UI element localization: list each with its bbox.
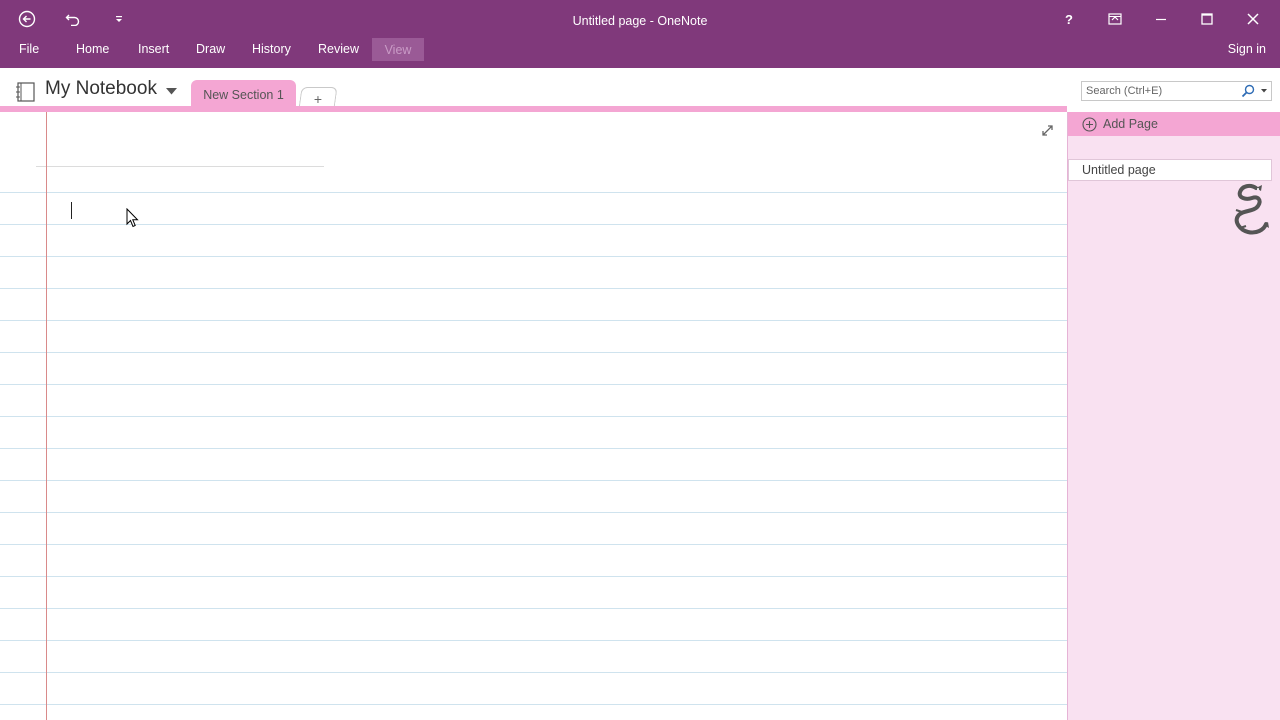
page-list-pane: Add Page Untitled page [1067, 112, 1280, 720]
tab-history[interactable]: History [246, 38, 297, 60]
help-icon: ? [1065, 11, 1073, 27]
ribbon-tabs: File Home Insert Draw History Review Vie… [0, 38, 1280, 68]
search-icon[interactable] [1241, 84, 1255, 98]
page-item-untitled-page[interactable]: Untitled page [1068, 159, 1272, 181]
maximize-button[interactable] [1187, 0, 1227, 38]
onenote-window: Untitled page - OneNote ? File Home Inse… [0, 0, 1280, 720]
add-page-button[interactable]: Add Page [1068, 112, 1280, 136]
add-page-label: Add Page [1103, 117, 1158, 131]
search-input[interactable] [1082, 82, 1232, 100]
dragon-watermark-icon [1234, 183, 1269, 235]
ribbon-display-icon [1108, 13, 1122, 25]
undo-button[interactable] [53, 0, 93, 38]
close-icon [1247, 13, 1259, 25]
help-button[interactable]: ? [1049, 0, 1089, 38]
undo-icon [65, 14, 80, 26]
maximize-icon [1201, 13, 1213, 25]
tab-draw[interactable]: Draw [190, 38, 231, 60]
notebook-icon [16, 82, 35, 102]
text-caret [71, 202, 72, 219]
search-box [1081, 81, 1272, 101]
page-title-area[interactable] [0, 112, 1067, 192]
page-title-underline [36, 166, 324, 167]
back-circle-icon [18, 10, 36, 28]
back-button[interactable] [7, 0, 47, 38]
ribbon-display-options-button[interactable] [1095, 0, 1135, 38]
plus-icon: + [313, 90, 323, 107]
customize-qat-button[interactable] [99, 0, 139, 38]
page-canvas[interactable] [0, 112, 1067, 720]
tab-view[interactable]: View [372, 38, 424, 61]
tab-review[interactable]: Review [312, 38, 365, 60]
minimize-icon [1156, 18, 1166, 21]
tab-file[interactable]: File [13, 38, 45, 60]
tab-insert[interactable]: Insert [132, 38, 175, 60]
notebook-navigation: My Notebook New Section 1 + [0, 68, 1280, 110]
margin-line [46, 112, 47, 720]
full-page-view-icon[interactable] [1041, 124, 1054, 137]
add-circle-icon [1082, 116, 1097, 132]
close-button[interactable] [1233, 0, 1273, 38]
search-scope-caret-icon[interactable] [1261, 89, 1267, 93]
customize-qat-icon [116, 16, 122, 22]
tab-home[interactable]: Home [70, 38, 115, 60]
mouse-pointer-icon [126, 208, 139, 228]
notebook-name[interactable]: My Notebook [45, 78, 157, 100]
chevron-down-icon[interactable] [166, 88, 177, 95]
sign-in-link[interactable]: Sign in [1228, 38, 1266, 60]
title-bar: Untitled page - OneNote ? [0, 0, 1280, 38]
minimize-button[interactable] [1141, 0, 1181, 38]
